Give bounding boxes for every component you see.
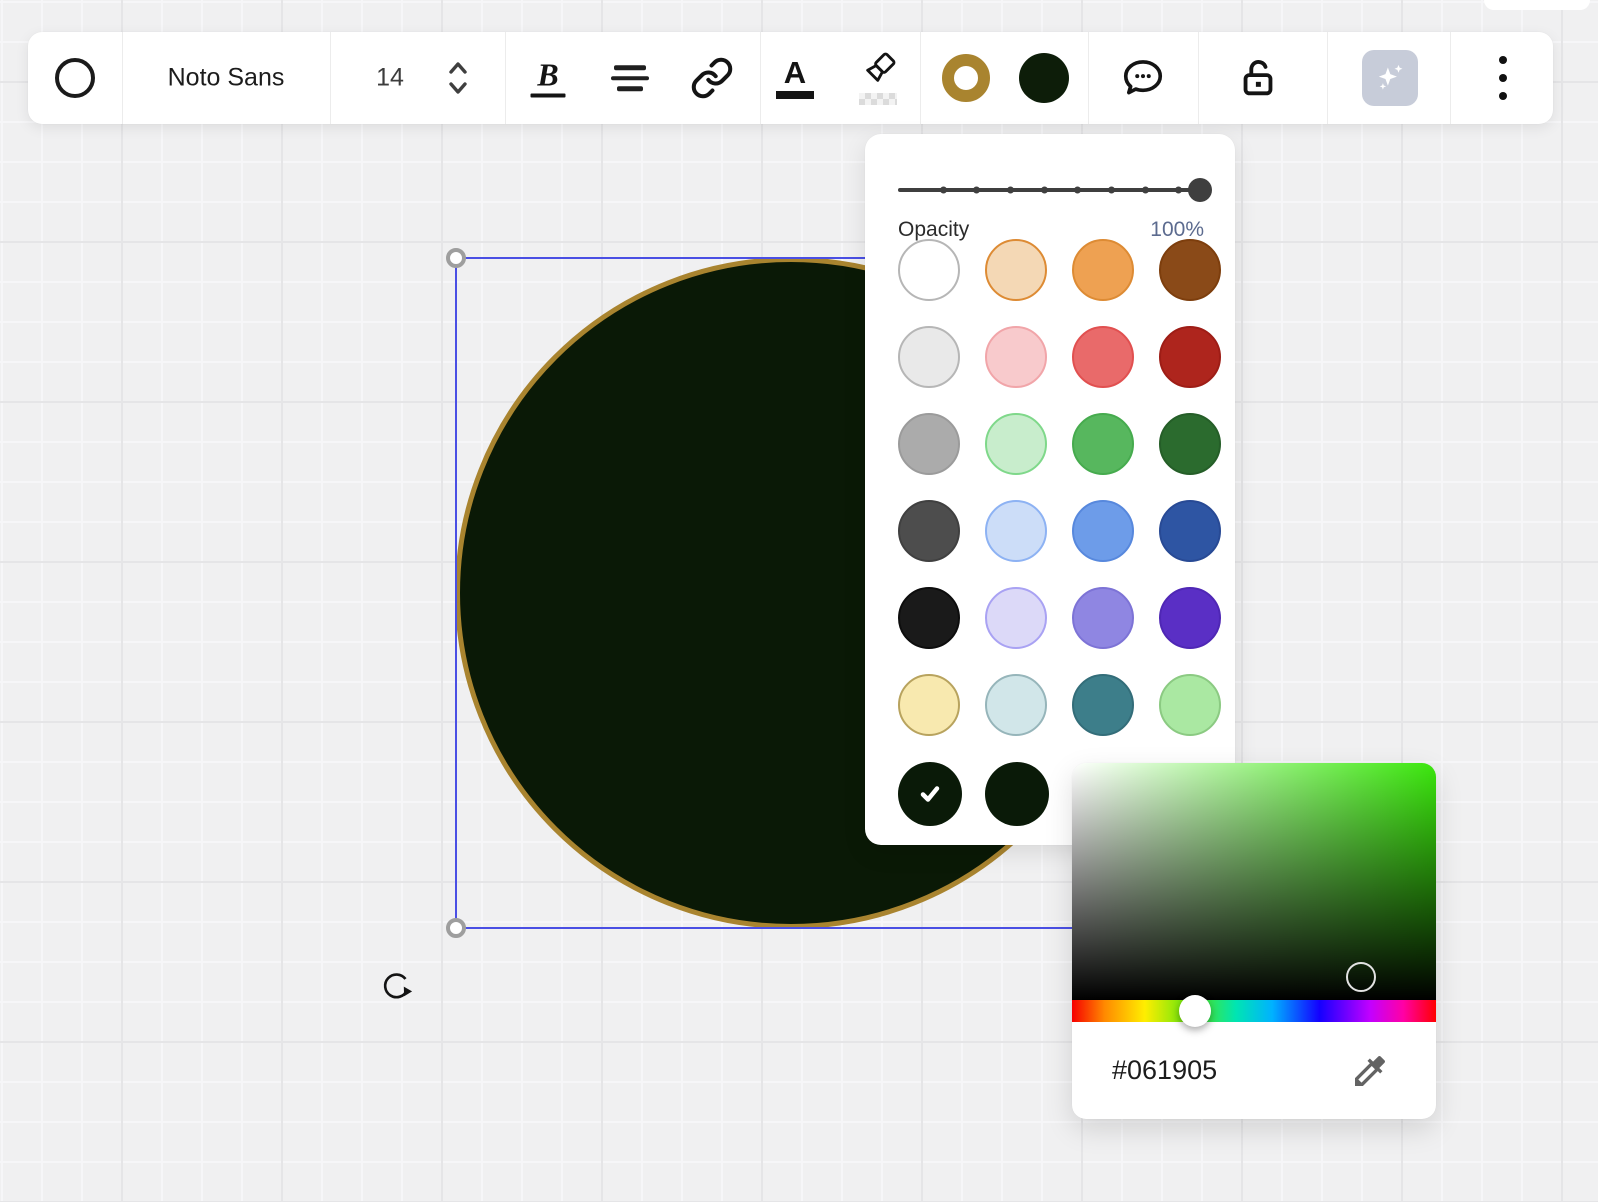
text-color-icon: A	[776, 57, 814, 99]
chevron-up-icon	[451, 64, 465, 72]
toolbar-divider	[122, 32, 123, 124]
swatch-gray[interactable]	[898, 413, 960, 475]
toolbar-divider	[760, 32, 761, 124]
eyedropper-button[interactable]	[1350, 1051, 1390, 1096]
toolbar-divider	[920, 32, 921, 124]
chevron-down-icon	[451, 84, 465, 92]
swatch-light-gray[interactable]	[898, 326, 960, 388]
swatch-green[interactable]	[1072, 413, 1134, 475]
swatch-lavender[interactable]	[985, 587, 1047, 649]
hue-slider[interactable]	[1072, 1000, 1436, 1022]
selected-color-swatch[interactable]	[898, 762, 962, 826]
hex-color-value[interactable]: #061905	[1112, 1022, 1217, 1119]
checkmark-icon	[915, 779, 945, 809]
sparkles-icon	[1373, 61, 1407, 95]
toolbar-divider	[1198, 32, 1199, 124]
swatch-red[interactable]	[1072, 326, 1134, 388]
opacity-tick[interactable]	[1142, 187, 1149, 194]
font-size-value: 14	[376, 64, 404, 93]
text-align-button[interactable]	[611, 65, 649, 91]
swatch-brown[interactable]	[1159, 239, 1221, 301]
opacity-tick[interactable]	[1007, 187, 1014, 194]
top-right-partial-panel	[1484, 0, 1590, 10]
custom-color-picker: #061905	[1072, 763, 1436, 1119]
swatch-grid	[898, 239, 1221, 736]
saturation-cursor[interactable]	[1346, 962, 1376, 992]
recent-row	[898, 762, 1049, 826]
context-toolbar: Noto Sans 14 B A	[28, 32, 1553, 124]
font-family-select[interactable]: Noto Sans	[168, 64, 285, 93]
bold-button[interactable]: B	[531, 59, 566, 98]
opacity-tick[interactable]	[940, 187, 947, 194]
saturation-value-area[interactable]	[1072, 763, 1436, 1000]
toolbar-divider	[1450, 32, 1451, 124]
link-button[interactable]	[690, 56, 734, 100]
swatch-pale-yellow[interactable]	[898, 674, 960, 736]
opacity-tick[interactable]	[1175, 187, 1182, 194]
text-color-button[interactable]: A	[776, 57, 814, 99]
link-icon	[690, 56, 734, 100]
swatch-mint[interactable]	[1159, 674, 1221, 736]
resize-handle-bottom-left[interactable]	[446, 918, 466, 938]
resize-handle-top-left[interactable]	[446, 248, 466, 268]
comment-icon	[1120, 55, 1166, 101]
circle-shape-icon	[55, 58, 95, 98]
lock-button[interactable]	[1235, 55, 1281, 101]
opacity-tick[interactable]	[1074, 187, 1081, 194]
comment-button[interactable]	[1120, 55, 1166, 101]
swatch-pink[interactable]	[985, 326, 1047, 388]
opacity-tick[interactable]	[1108, 187, 1115, 194]
toolbar-divider	[505, 32, 506, 124]
swatch-black[interactable]	[898, 587, 960, 649]
swatch-light-blue[interactable]	[985, 500, 1047, 562]
bold-icon: B	[537, 59, 558, 91]
swatch-dark-purple[interactable]	[1159, 587, 1221, 649]
fill-color-button[interactable]	[1019, 53, 1069, 103]
opacity-tick[interactable]	[973, 187, 980, 194]
more-options-button[interactable]	[1499, 56, 1507, 100]
swatch-blue[interactable]	[1072, 500, 1134, 562]
opacity-slider-handle[interactable]	[1188, 178, 1212, 202]
toolbar-divider	[330, 32, 331, 124]
align-center-icon	[611, 65, 649, 91]
swatch-dark-red[interactable]	[1159, 326, 1221, 388]
swatch-dark-gray[interactable]	[898, 500, 960, 562]
color-swatch-panel: Opacity 100%	[865, 134, 1235, 845]
swatch-teal[interactable]	[1072, 674, 1134, 736]
eyedropper-icon	[1350, 1051, 1390, 1091]
shape-tool-button[interactable]	[55, 58, 95, 98]
opacity-tick[interactable]	[1041, 187, 1048, 194]
highlighter-icon	[855, 49, 899, 93]
kebab-menu-icon	[1499, 56, 1507, 100]
fill-color-circle-icon	[1019, 53, 1069, 103]
font-family-value: Noto Sans	[168, 64, 285, 93]
swatch-pale-cyan[interactable]	[985, 674, 1047, 736]
stroke-color-button[interactable]	[942, 54, 990, 102]
recent-color-swatch[interactable]	[985, 762, 1049, 826]
unlock-icon	[1235, 55, 1281, 101]
swatch-light-green[interactable]	[985, 413, 1047, 475]
transparency-checker	[859, 93, 897, 105]
swatch-dark-green[interactable]	[1159, 413, 1221, 475]
swatch-dark-blue[interactable]	[1159, 500, 1221, 562]
font-size-input[interactable]: 14	[376, 64, 404, 93]
ai-magic-button[interactable]	[1362, 50, 1418, 106]
swatch-light-orange[interactable]	[985, 239, 1047, 301]
highlight-button[interactable]	[853, 49, 901, 107]
rotate-icon[interactable]	[380, 970, 414, 1009]
swatch-purple[interactable]	[1072, 587, 1134, 649]
opacity-slider[interactable]	[898, 188, 1204, 192]
swatch-white[interactable]	[898, 239, 960, 301]
picker-footer: #061905	[1072, 1022, 1436, 1119]
swatch-orange[interactable]	[1072, 239, 1134, 301]
toolbar-divider	[1327, 32, 1328, 124]
stroke-color-ring-icon	[942, 54, 990, 102]
font-size-stepper[interactable]	[447, 58, 469, 98]
toolbar-divider	[1088, 32, 1089, 124]
